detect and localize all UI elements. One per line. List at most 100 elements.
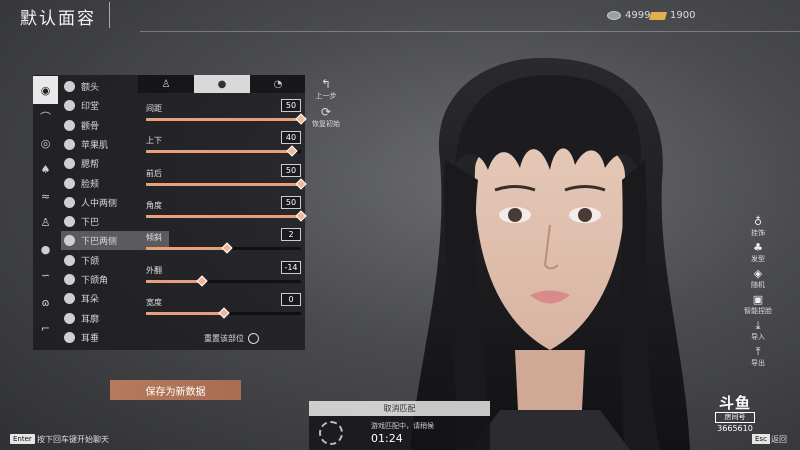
slider-track[interactable]: [146, 113, 307, 125]
smart-face-button[interactable]: ▣ 智能捏脸: [738, 293, 778, 316]
save-as-new-button[interactable]: 保存为新数据: [110, 380, 241, 400]
slider-fill: [146, 247, 227, 251]
slider-label: 上下: [146, 136, 162, 146]
sub-part-label: 人中两侧: [81, 198, 118, 209]
smart-face-icon: ▣: [752, 293, 764, 306]
gold-currency: 1900: [648, 10, 695, 21]
cancel-match-button[interactable]: 取消匹配: [309, 401, 490, 416]
head-icon[interactable]: ●: [33, 235, 58, 263]
slider-label: 角度: [146, 200, 162, 210]
sub-part-label: 下颌: [81, 256, 100, 267]
tab-front-icon[interactable]: ●: [194, 75, 250, 93]
part-silhouette-icon: [64, 138, 75, 150]
slider-track[interactable]: [146, 177, 307, 190]
undo-label: 上一步: [315, 92, 337, 100]
import-button[interactable]: ⤓ 导入: [738, 319, 778, 342]
part-silhouette-icon: [64, 331, 75, 343]
slider-label: 倾斜: [146, 233, 162, 243]
part-silhouette-icon: [64, 254, 75, 266]
slider-track[interactable]: [146, 274, 301, 287]
undo-button[interactable]: ↰ 上一步: [311, 77, 341, 101]
reset-part-button[interactable]: 重置该部位: [204, 333, 259, 344]
slider-label: 前后: [146, 168, 162, 178]
watermark-room-id: 3665610: [717, 424, 753, 433]
dice-button[interactable]: ◈ 随机: [738, 267, 778, 290]
character-portrait: [410, 57, 690, 450]
slider-row: 上下 40: [146, 131, 301, 167]
slider-value-input[interactable]: 2: [281, 228, 301, 242]
face-outline-icon[interactable]: ◉: [33, 76, 58, 104]
watermark-room-label: 房间号: [715, 412, 755, 423]
mouth-icon[interactable]: ≈: [33, 182, 58, 210]
slider-handle[interactable]: [286, 145, 298, 157]
restore-button[interactable]: ⟳ 恢复初始: [311, 105, 341, 129]
sub-part-label: 下颌角: [81, 276, 109, 286]
slider-track[interactable]: [146, 242, 301, 254]
sub-part-label: 苹果肌: [81, 140, 109, 151]
slider-value-input[interactable]: -14: [281, 260, 301, 274]
tool-label: 挂饰: [751, 229, 765, 237]
nose-icon[interactable]: ♠: [33, 156, 58, 184]
matchmaking-panel: 取消匹配 游戏匹配中，请稍候 01:24: [309, 401, 490, 450]
brow-icon[interactable]: ⌒: [33, 103, 58, 131]
slider-row: 角度 50: [146, 195, 307, 232]
slider-track[interactable]: [146, 145, 301, 157]
tool-label: 导入: [751, 333, 765, 341]
slider-handle[interactable]: [220, 242, 233, 254]
slider-handle[interactable]: [295, 113, 307, 125]
douyu-watermark: 斗鱼 房间号 3665610: [712, 395, 758, 433]
silver-amount: 4999: [625, 10, 651, 21]
sub-part-label: 下巴两侧: [81, 237, 118, 248]
eyelash-icon[interactable]: ɷ: [33, 288, 58, 316]
tool-label: 发型: [751, 255, 765, 263]
part-silhouette-icon: [64, 119, 75, 131]
ear-icon[interactable]: ∽: [33, 262, 58, 290]
iris-right: [578, 208, 592, 222]
slider-label: 宽度: [146, 297, 162, 307]
tab-side-icon[interactable]: ◔: [250, 75, 306, 93]
tool-label: 智能捏脸: [744, 307, 772, 315]
eye-icon[interactable]: ◎: [33, 129, 58, 157]
slider-handle[interactable]: [196, 274, 208, 287]
ornament-icon: ♁: [753, 215, 763, 228]
part-silhouette-icon: [64, 293, 75, 305]
slider-track[interactable]: [146, 307, 301, 319]
export-button[interactable]: ⤒ 导出: [738, 345, 778, 368]
slider-value-input[interactable]: 50: [281, 195, 301, 209]
slider-value-input[interactable]: 40: [281, 131, 301, 145]
hairstyle-button[interactable]: ♣ 发型: [738, 241, 778, 264]
slider-value-input[interactable]: 50: [281, 99, 301, 112]
part-silhouette-icon: [64, 235, 75, 247]
slider-label: 外翻: [146, 265, 162, 275]
enter-key-badge: Enter: [10, 434, 35, 444]
tool-label: 随机: [751, 281, 765, 289]
silver-coin-icon: [607, 11, 621, 20]
match-timer: 01:24: [371, 432, 403, 445]
slider-label: 间距: [146, 104, 162, 113]
slider-value-input[interactable]: 50: [281, 163, 301, 177]
slider-handle[interactable]: [295, 177, 307, 190]
sub-part-label: 脸颊: [81, 179, 100, 190]
body-icon[interactable]: ♙: [33, 209, 58, 237]
esc-key-badge: Esc: [752, 434, 770, 444]
sub-part-label: 耳廓: [81, 314, 100, 325]
part-silhouette-icon: [64, 100, 75, 112]
slider-track[interactable]: [146, 210, 307, 222]
gold-bar-icon: [648, 11, 668, 20]
view-tabbar: ♙ ● ◔: [138, 75, 305, 93]
reset-icon: [248, 333, 259, 344]
tab-face-icon[interactable]: ♙: [138, 75, 194, 93]
sub-part-label: 耳朵: [81, 295, 100, 306]
slider-area: ♙ ● ◔ 间距 50 上下 40 前后 50 角度 50 倾斜 2 外翻 -14 宽度 0: [138, 75, 307, 350]
export-icon: ⤒: [755, 345, 761, 358]
top-bar: 默认面容 4999 1900: [0, 0, 800, 32]
slider-row: 倾斜 2: [146, 228, 301, 264]
slider-handle[interactable]: [217, 307, 230, 319]
reset-part-label: 重置该部位: [204, 334, 244, 343]
slider-handle[interactable]: [295, 210, 307, 222]
slider-value-input[interactable]: 0: [281, 292, 301, 306]
hairline-icon[interactable]: ⌐: [33, 315, 58, 343]
slider-fill: [146, 279, 202, 283]
ornament-button[interactable]: ♁ 挂饰: [738, 215, 778, 238]
back-button[interactable]: 返回: [771, 434, 787, 445]
